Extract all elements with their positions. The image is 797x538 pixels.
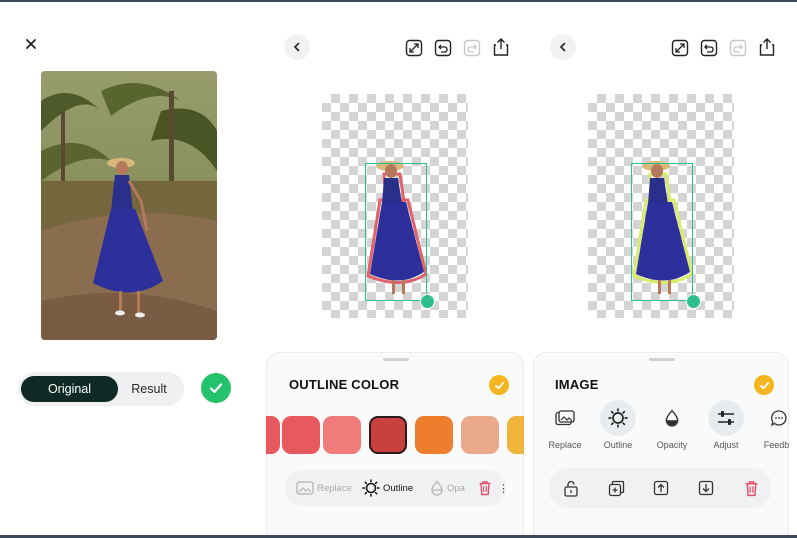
expand-icon [405,39,423,57]
checkmark-icon [759,381,769,390]
image-badge-icon[interactable] [420,294,435,309]
bring-forward-icon [653,480,669,496]
checkmark-icon [494,381,504,390]
trash-icon [479,481,491,496]
swatch-strip [266,410,524,460]
color-swatch[interactable] [323,416,361,454]
image-icon [555,410,575,426]
redo-icon [463,39,481,57]
view-toggle: Original Result [18,372,184,406]
tool-toolbar: Replace Outline Opa ⋮ [284,470,509,506]
color-swatch[interactable] [415,416,453,454]
toolbar-outline[interactable]: Outline [362,478,413,498]
edit-canvas[interactable] [588,94,734,318]
color-swatch[interactable] [461,416,499,454]
sheet-title: OUTLINE COLOR [289,377,400,392]
tool-feedback[interactable]: Feedba [756,400,789,450]
send-backward-icon [698,480,714,496]
back-button[interactable] [550,34,576,60]
expand-icon [671,39,689,57]
redo-icon [729,39,747,57]
sheet-handle[interactable] [383,358,409,361]
drop-icon [665,409,679,427]
top-border [0,0,797,2]
tool-outline-label: Outline [603,440,633,450]
duplicate-icon [608,480,624,496]
toolbar-outline-label: Outline [383,482,414,494]
toolbar-opacity[interactable]: Opa [430,478,465,498]
tool-adjust-label: Adjust [713,440,739,450]
redo-button[interactable] [728,38,748,58]
checkmark-icon [209,383,223,394]
sliders-icon [718,411,734,425]
color-swatch-selected[interactable] [369,416,407,454]
original-photo [41,71,217,340]
outline-icon [362,479,380,497]
back-button[interactable] [284,34,310,60]
chat-icon [770,410,787,427]
tool-outline[interactable]: Outline [595,400,641,450]
toolbar-delete[interactable] [478,478,492,498]
toolbar-replace[interactable]: Replace [296,478,352,498]
layer-actions-bar [548,468,772,508]
result-tab[interactable]: Result [118,376,180,402]
undo-icon [434,39,452,57]
toolbar-replace-label: Replace [317,482,352,494]
trash-icon [745,480,757,496]
tool-adjust[interactable]: Adjust [703,400,749,450]
close-icon [26,39,36,49]
undo-button[interactable] [433,38,453,58]
image-icon [296,481,314,495]
redo-button[interactable] [462,38,482,58]
undo-button[interactable] [699,38,719,58]
selection-box[interactable] [631,163,693,301]
undo-icon [700,39,718,57]
chevron-left-icon [293,42,300,52]
sheet-title: IMAGE [555,377,599,392]
tool-replace[interactable]: Replace [542,400,588,450]
bring-forward-button[interactable] [652,479,670,497]
share-button[interactable] [757,37,777,57]
outline-icon [608,408,628,428]
tool-replace-label: Replace [548,440,582,450]
color-swatch[interactable] [266,416,280,454]
send-backward-button[interactable] [697,479,715,497]
unlock-icon [564,480,578,497]
drop-icon [431,480,443,496]
duplicate-button[interactable] [607,479,625,497]
resize-button[interactable] [404,38,424,58]
selection-box[interactable] [365,163,427,301]
close-button[interactable] [20,33,42,55]
delete-button[interactable] [742,479,760,497]
share-icon [493,38,509,56]
tool-opacity-label: Opacity [656,440,688,450]
apply-check-button[interactable] [754,375,774,395]
toolbar-opacity-label: Opa [447,482,465,494]
resize-button[interactable] [670,38,690,58]
color-swatch[interactable] [507,416,524,454]
edit-canvas[interactable] [322,94,468,318]
apply-check-button[interactable] [489,375,509,395]
image-badge-icon[interactable] [686,294,701,309]
share-icon [759,38,775,56]
color-swatch[interactable] [282,416,320,454]
unlock-button[interactable] [562,479,580,497]
tool-feedback-label: Feedba [763,440,789,450]
more-icon[interactable]: ⋮ [498,478,509,498]
share-button[interactable] [491,37,511,57]
original-tab[interactable]: Original [21,376,118,402]
confirm-button[interactable] [201,373,231,403]
sheet-handle[interactable] [649,358,675,361]
chevron-left-icon [559,42,566,52]
tool-opacity[interactable]: Opacity [649,400,695,450]
